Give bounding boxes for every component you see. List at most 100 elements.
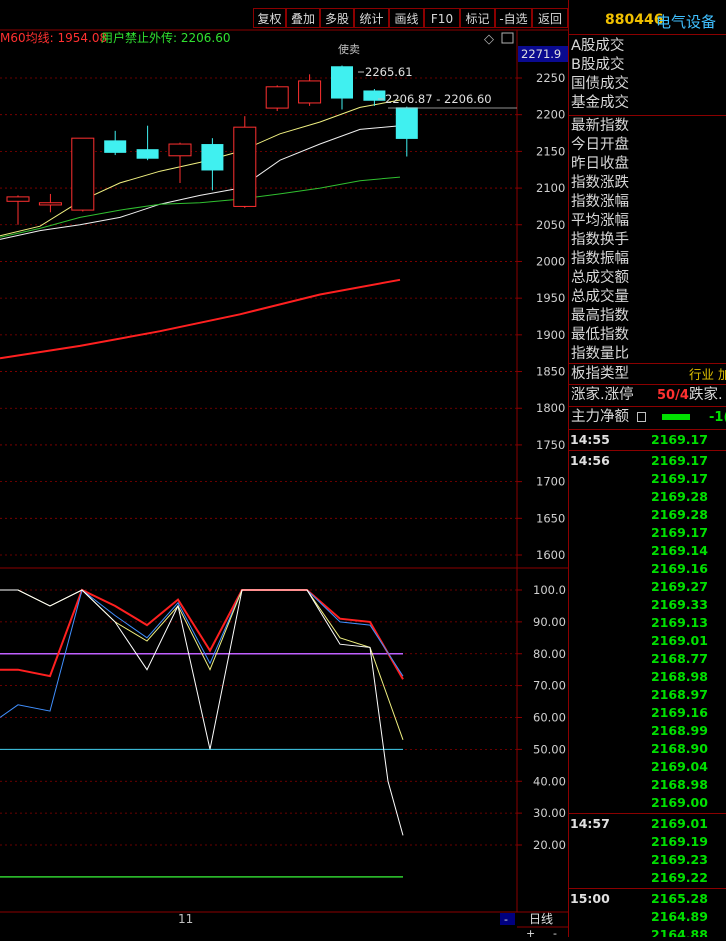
- list-icon[interactable]: [637, 412, 646, 422]
- price-tick-label: 1800: [536, 401, 565, 415]
- price-tick-label: 2250: [536, 71, 565, 85]
- candle[interactable]: [6, 195, 30, 225]
- indicator-grid: [0, 589, 517, 846]
- minus-button-label: -: [504, 913, 508, 926]
- candle[interactable]: [136, 125, 159, 161]
- candle[interactable]: [201, 138, 224, 191]
- indicator-tick-label: 50.00: [533, 742, 566, 756]
- tick-value: 2164.89: [651, 909, 708, 924]
- price-tick-label: 2000: [536, 254, 565, 268]
- price-axis: 2250 2200 2150 2100 2050 2000 1950 1900 1850 1800…: [517, 71, 565, 562]
- candle[interactable]: [265, 85, 289, 112]
- main-flow-bar: [662, 414, 690, 420]
- favorites-button[interactable]: -自选: [495, 8, 532, 28]
- extra-label: 用户禁止外传: 2206.60: [101, 30, 230, 45]
- candle[interactable]: [168, 142, 192, 183]
- tick-value: 2168.98: [651, 669, 708, 684]
- index-label: 总成交量: [571, 289, 629, 305]
- top-partial-label: 使卖: [338, 43, 360, 56]
- ma60-label: M60均线: 1954.08: [0, 31, 107, 45]
- indicator-tick-label: 40.00: [533, 774, 566, 788]
- rsi-line: [0, 589, 404, 836]
- tick-value: 2169.00: [651, 795, 708, 810]
- index-label: 最新指数: [571, 118, 629, 134]
- candle[interactable]: [233, 116, 257, 208]
- fall-label: 跌家.: [689, 387, 723, 403]
- high-label: 2265.61: [365, 65, 413, 79]
- draw-line-button[interactable]: 画线: [389, 8, 424, 28]
- candle[interactable]: [298, 74, 322, 106]
- statistics-button[interactable]: 统计: [354, 8, 389, 28]
- candle-body: [6, 196, 30, 202]
- separator: [569, 384, 726, 385]
- separator: [569, 363, 726, 364]
- candlesticks[interactable]: [6, 65, 418, 225]
- kline-chart-area[interactable]: 2250 2200 2150 2100 2050 2000 1950 1900 1850 1800…: [0, 0, 568, 940]
- tick-value: 2169.13: [651, 615, 708, 630]
- f10-button[interactable]: F10: [424, 8, 460, 28]
- tick-value: 2169.33: [651, 597, 708, 612]
- board-type-label: 板指类型: [571, 366, 629, 382]
- candle-body: [233, 126, 257, 207]
- indicator-tick-label: 60.00: [533, 711, 566, 725]
- candle[interactable]: [38, 193, 62, 213]
- ma5-line: [0, 99, 401, 237]
- quote-info-panel: 880446 电气设备 A股成交 B股成交 国债成交 基金成交 最新指数 今日开盘 昨日收…: [568, 0, 726, 937]
- tick-value: 2169.28: [651, 507, 708, 522]
- candle-body: [136, 149, 159, 159]
- candle[interactable]: [71, 137, 95, 212]
- index-label: 昨日收盘: [571, 156, 629, 172]
- tick-value: 2169.22: [651, 870, 708, 885]
- price-tick-label: 1700: [536, 475, 565, 489]
- tick-value: 2169.14: [651, 543, 708, 558]
- k-line: [0, 588, 404, 680]
- date-label: 11: [178, 912, 193, 926]
- volume-label: 国债成交: [571, 76, 629, 92]
- tick-value: 2169.23: [651, 852, 708, 867]
- index-label: 最高指数: [571, 308, 629, 324]
- index-label: 今日开盘: [571, 137, 629, 153]
- tick-value: 2169.17: [651, 525, 708, 540]
- moving-average-lines: [0, 99, 401, 360]
- candle-body: [331, 66, 353, 99]
- candle-body: [71, 137, 95, 211]
- back-button[interactable]: 返回: [532, 8, 568, 28]
- multi-stock-button[interactable]: 多股: [320, 8, 354, 28]
- candle-body: [395, 107, 418, 139]
- separator: [569, 115, 726, 116]
- rise-label: 涨家.涨停: [571, 387, 634, 403]
- plus-label[interactable]: +: [526, 927, 535, 940]
- price-tick-label: 2200: [536, 108, 565, 122]
- indicator-tick-label: 80.00: [533, 647, 566, 661]
- indicator-tick-label: 30.00: [533, 806, 566, 820]
- candle-body: [298, 80, 322, 104]
- tick-value: 2169.27: [651, 579, 708, 594]
- minus-label[interactable]: -: [553, 927, 557, 940]
- stock-title: 880446 电气设备: [569, 10, 726, 32]
- restore-rights-button[interactable]: 复权: [253, 8, 286, 28]
- indicator-lines: [0, 588, 404, 878]
- indicator-tick-label: 100.0: [533, 583, 566, 597]
- candle-body: [168, 143, 192, 157]
- tick-value: 2168.77: [651, 651, 708, 666]
- price-tick-label: 1950: [536, 291, 565, 305]
- period-label[interactable]: 日线: [529, 912, 553, 926]
- tick-separator: [569, 813, 726, 814]
- tick-value: 2169.19: [651, 834, 708, 849]
- candle[interactable]: [395, 106, 418, 157]
- candle-body: [104, 140, 127, 153]
- chart-canvas[interactable]: 2250 2200 2150 2100 2050 2000 1950 1900 1850 1800…: [0, 0, 568, 940]
- candle[interactable]: [104, 130, 127, 156]
- tick-value: 2169.28: [651, 489, 708, 504]
- candle[interactable]: [331, 65, 353, 110]
- ma60-line: [0, 278, 401, 360]
- box-icon[interactable]: [501, 32, 514, 44]
- index-label: 指数涨幅: [571, 194, 629, 210]
- overlay-button[interactable]: 叠加: [286, 8, 320, 28]
- mark-button[interactable]: 标记: [460, 8, 495, 28]
- price-tick-label: 1600: [536, 548, 565, 562]
- volume-label: B股成交: [571, 57, 625, 73]
- board-type-value: 行业 加: [689, 367, 726, 382]
- diamond-icon[interactable]: ◇: [484, 32, 494, 47]
- index-label: 指数换手: [571, 232, 629, 248]
